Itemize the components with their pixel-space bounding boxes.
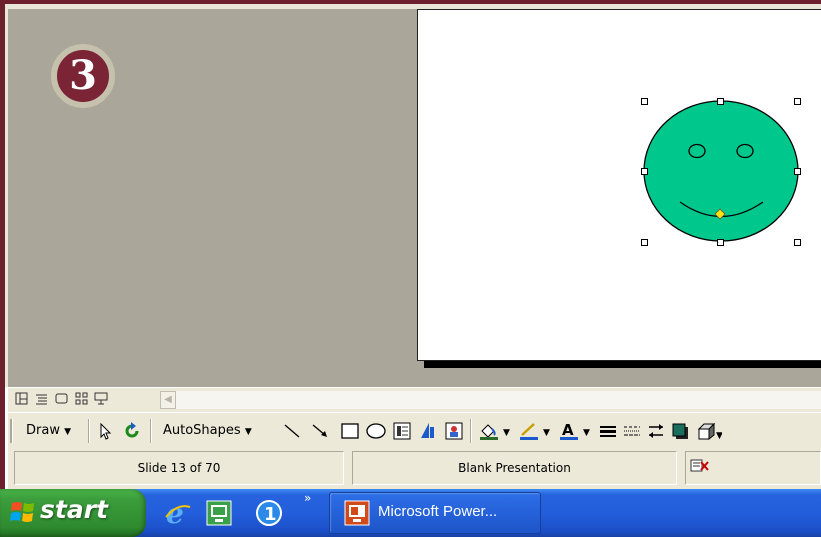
- application-icon[interactable]: 1: [255, 499, 283, 531]
- smiley-face-shape[interactable]: [417, 9, 821, 361]
- svg-text:▼: ▼: [503, 428, 510, 438]
- resize-handle-e[interactable]: [794, 168, 801, 175]
- outline-view-icon[interactable]: [34, 392, 48, 406]
- rectangle-icon[interactable]: [340, 421, 360, 441]
- spell-check-panel: [685, 451, 821, 485]
- resize-handle-w[interactable]: [641, 168, 648, 175]
- toolbar-separator: [150, 419, 152, 443]
- wordart-icon[interactable]: [418, 421, 438, 441]
- view-bar: ◀: [8, 387, 821, 412]
- step-number-badge: 3: [51, 44, 115, 108]
- powerpoint-icon: [344, 500, 370, 526]
- resize-handle-sw[interactable]: [641, 239, 648, 246]
- slide-show-icon[interactable]: [94, 392, 108, 406]
- fill-color-icon[interactable]: ▼: [478, 421, 514, 441]
- windows-taskbar: start e 1 » Microsoft Power...: [0, 489, 821, 537]
- resize-handle-se[interactable]: [794, 239, 801, 246]
- line-color-icon[interactable]: ▼: [518, 421, 554, 441]
- line-icon[interactable]: [282, 421, 302, 441]
- resize-handle-ne[interactable]: [794, 98, 801, 105]
- start-label: start: [40, 495, 108, 524]
- 3d-icon[interactable]: ▼: [696, 421, 723, 441]
- chevron-down-icon: ▼: [64, 427, 72, 437]
- draw-menu-button[interactable]: Draw ▼: [26, 421, 71, 441]
- line-style-icon[interactable]: [598, 421, 618, 441]
- design-template-panel: Blank Presentation: [352, 451, 677, 485]
- windows-logo-icon: [10, 502, 34, 522]
- slide-view-icon[interactable]: [54, 392, 68, 406]
- autoshapes-menu-button[interactable]: AutoShapes ▼: [163, 421, 252, 441]
- slide-position-panel: Slide 13 of 70: [14, 451, 344, 485]
- svg-text:▼: ▼: [543, 428, 550, 438]
- horizontal-scrollbar[interactable]: [176, 391, 821, 409]
- autoshapes-label: AutoShapes: [163, 423, 241, 438]
- select-pointer-icon[interactable]: [96, 421, 116, 441]
- toolbar-separator: [88, 419, 90, 443]
- toolbar-separator: [470, 419, 472, 443]
- internet-explorer-icon[interactable]: e: [164, 497, 192, 531]
- arrow-icon[interactable]: [310, 421, 330, 441]
- text-box-icon[interactable]: [392, 421, 412, 441]
- workspace-left-edge: [5, 4, 8, 387]
- start-button[interactable]: start: [0, 489, 146, 537]
- svg-text:1: 1: [264, 504, 277, 525]
- taskbar-powerpoint-label: Microsoft Power...: [378, 503, 498, 520]
- free-rotate-icon[interactable]: [122, 421, 142, 441]
- scroll-left-button[interactable]: ◀: [160, 391, 176, 409]
- arrow-style-icon[interactable]: [646, 421, 666, 441]
- resize-handle-n[interactable]: [717, 98, 724, 105]
- drawing-toolbar: Draw ▼ AutoShapes ▼ ▼ ▼ A ▼ ▼: [8, 412, 821, 450]
- normal-view-icon[interactable]: [14, 392, 28, 406]
- status-bar: Slide 13 of 70 Blank Presentation: [8, 449, 821, 489]
- toolbar-grip[interactable]: [10, 419, 13, 443]
- shadow-icon[interactable]: [670, 421, 690, 441]
- resize-handle-nw[interactable]: [641, 98, 648, 105]
- resize-handle-s[interactable]: [717, 239, 724, 246]
- dash-style-icon[interactable]: [622, 421, 642, 441]
- quick-launch-chevron[interactable]: »: [304, 491, 311, 505]
- svg-text:▼: ▼: [716, 431, 722, 441]
- svg-text:A: A: [562, 421, 574, 439]
- oval-icon[interactable]: [365, 421, 386, 441]
- taskbar-powerpoint-button[interactable]: Microsoft Power...: [329, 492, 541, 534]
- slide-canvas[interactable]: [417, 9, 821, 361]
- font-color-icon[interactable]: A ▼: [558, 421, 594, 441]
- svg-text:▼: ▼: [583, 428, 590, 438]
- chevron-down-icon: ▼: [244, 427, 252, 437]
- spell-check-icon[interactable]: [690, 454, 710, 486]
- insert-clip-art-icon[interactable]: [444, 421, 464, 441]
- step-number: 3: [69, 52, 97, 99]
- desktop-icon[interactable]: [206, 500, 232, 530]
- slide-sorter-view-icon[interactable]: [74, 392, 88, 406]
- draw-label: Draw: [26, 423, 60, 438]
